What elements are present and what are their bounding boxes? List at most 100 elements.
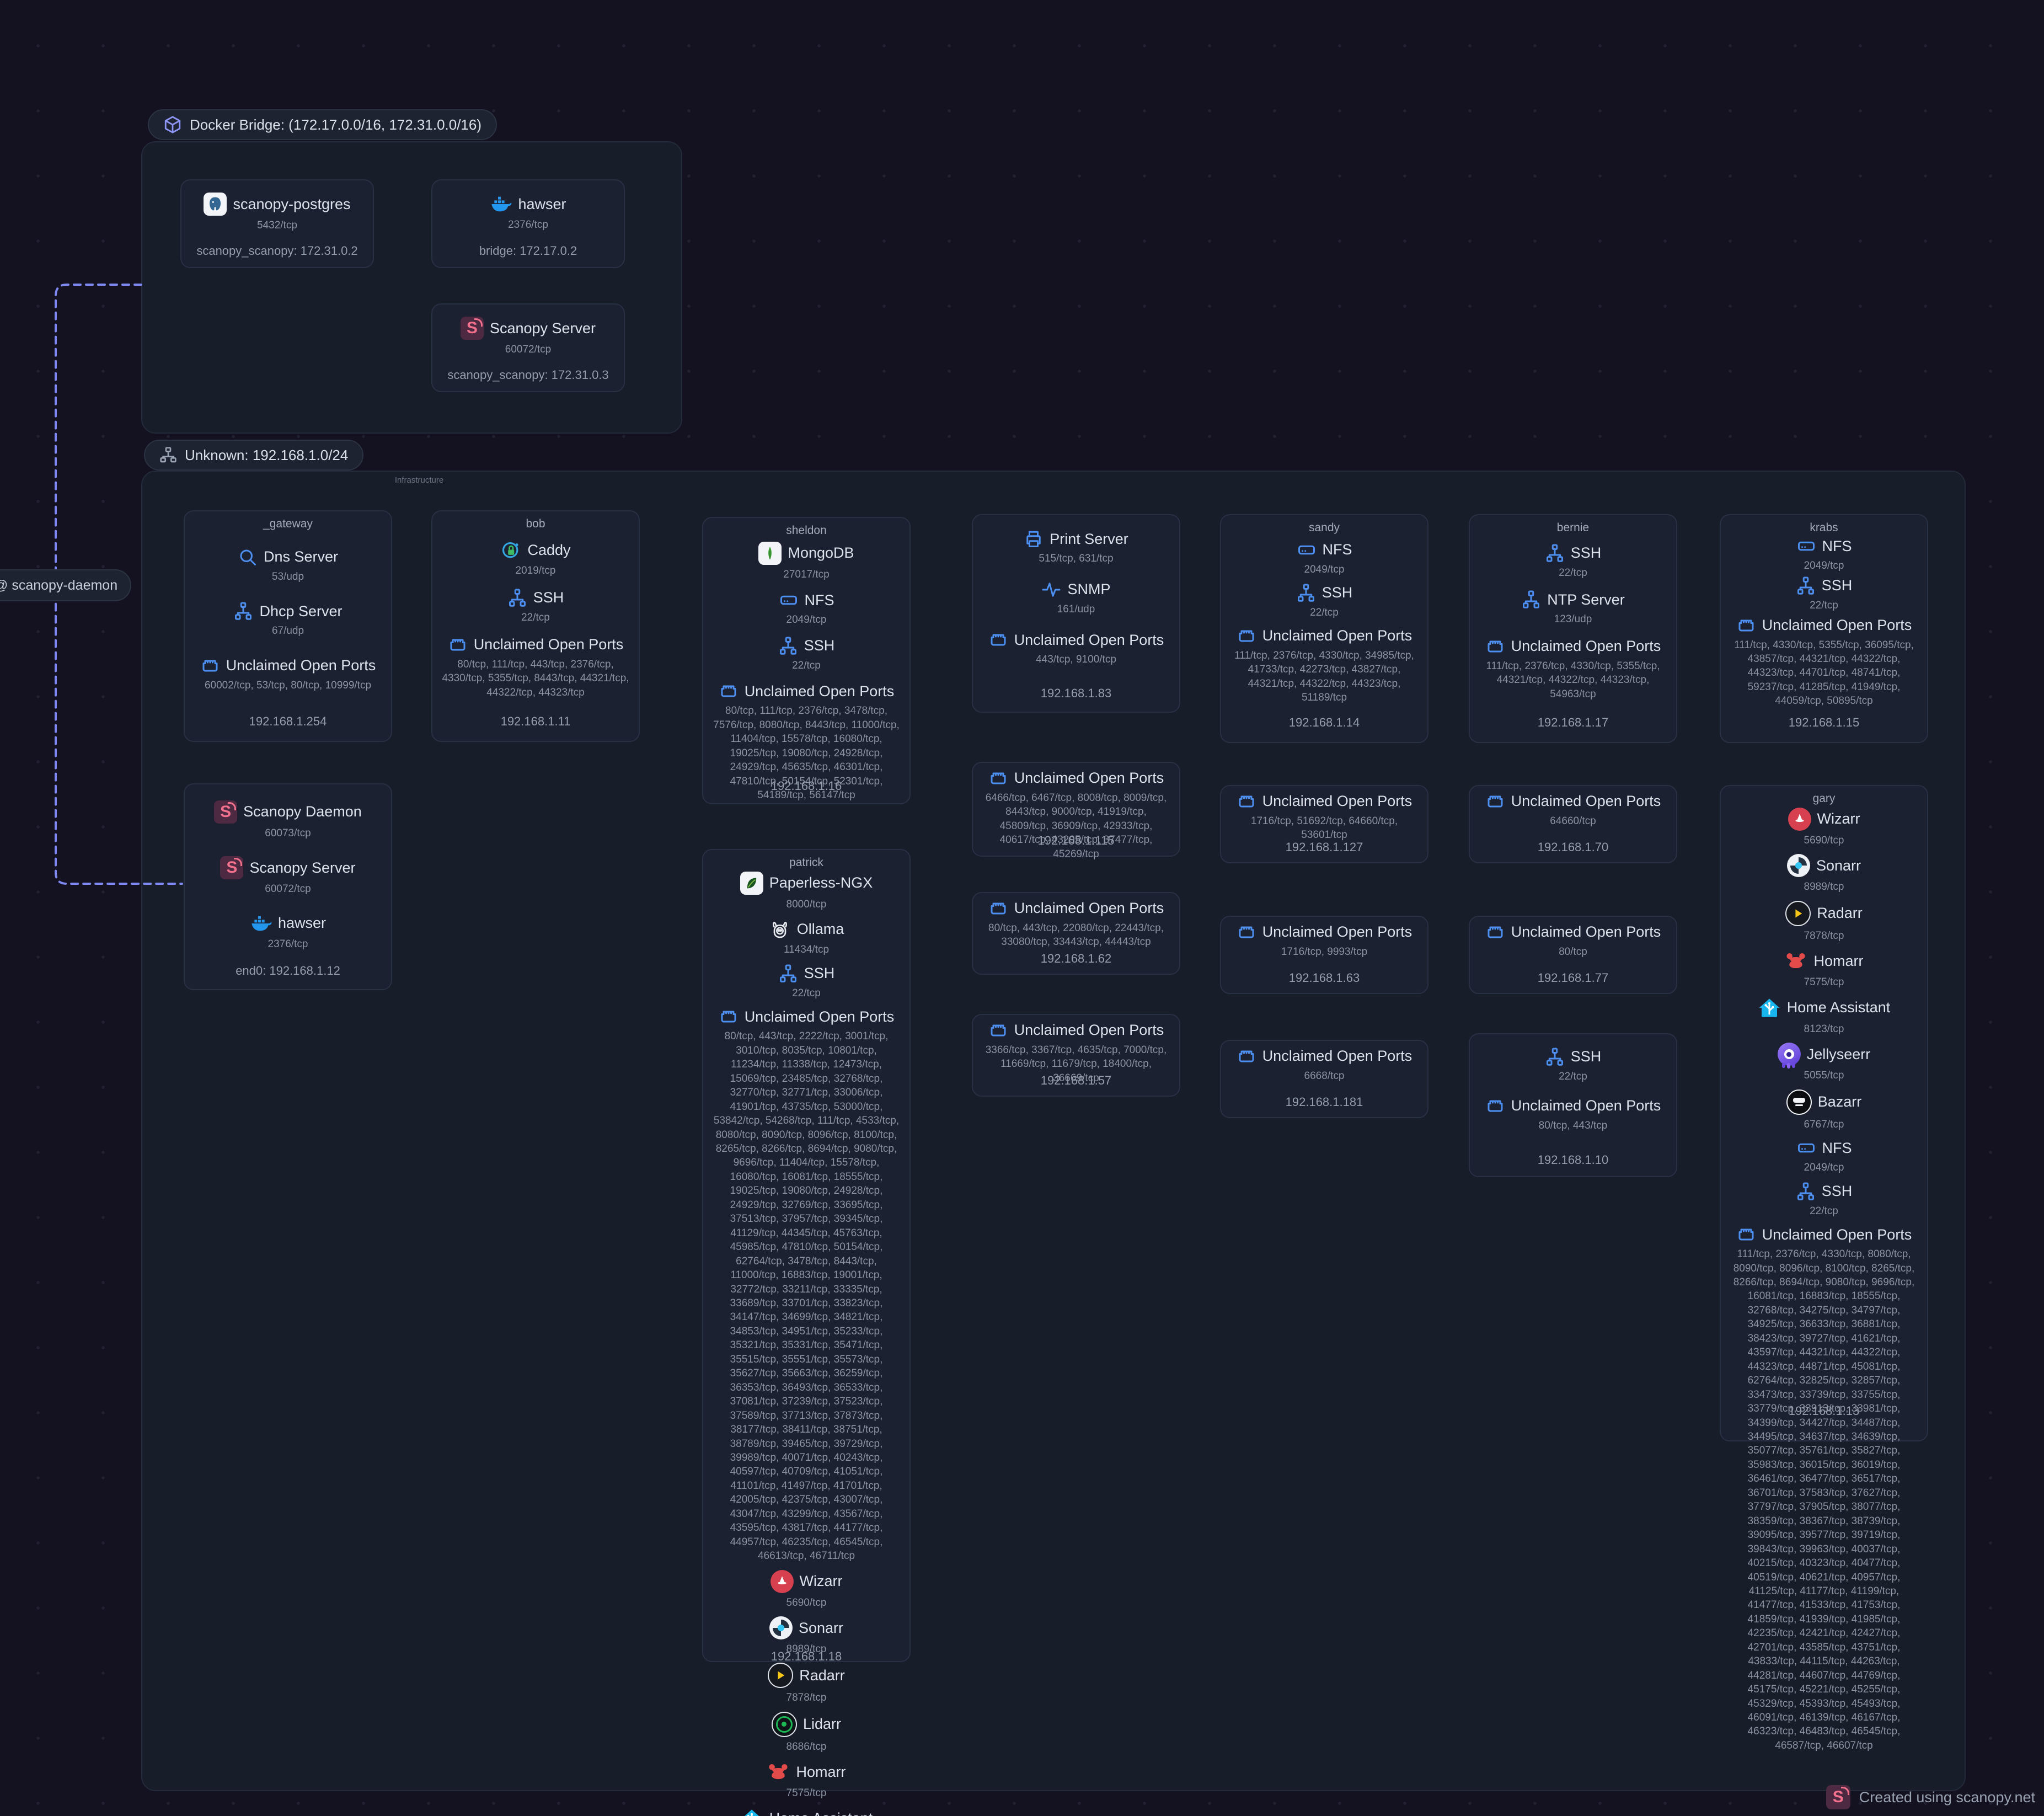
service-unclaimed-open-ports: Unclaimed Open Ports 1716/tcp, 9993/tcp [1237, 922, 1412, 959]
host-card-bernie[interactable]: bernie SSH 22/tcp NTP Server 123/udp Unc… [1469, 514, 1677, 743]
ethernet-icon [1736, 616, 1756, 635]
service-name: Unclaimed Open Ports [1762, 1226, 1912, 1243]
service-dns-server: Dns Server 53/udp [238, 547, 338, 584]
service-list: Print Server 515/tcp, 631/tcp SNMP 161/u… [973, 515, 1179, 712]
service-ssh: SSH 22/tcp [778, 964, 835, 1000]
network-pill-docker-bridge[interactable]: Docker Bridge: (172.17.0.0/16, 172.31.0.… [148, 109, 497, 140]
service-name: Unclaimed Open Ports [1262, 923, 1412, 941]
service-ports: 80/tcp, 443/tcp, 2222/tcp, 3001/tcp, 301… [710, 1029, 902, 1563]
service-list: Wizarr 5690/tcp Sonarr 8989/tcp Radarr 7… [1721, 804, 1927, 1753]
host-card-print-server[interactable]: Print Server 515/tcp, 631/tcp SNMP 161/u… [972, 514, 1180, 713]
host-card-sheldon[interactable]: sheldon MongoDB 27017/tcp NFS 2049/tcp S… [702, 517, 911, 804]
host-title: sandy [1309, 522, 1340, 533]
host-card-192-168-1-115[interactable]: Unclaimed Open Ports 6466/tcp, 6467/tcp,… [972, 762, 1180, 857]
service-ssh: SSH 22/tcp [1545, 1047, 1602, 1083]
ethernet-icon [1485, 1096, 1505, 1116]
host-card-patrick[interactable]: patrick Paperless-NGX 8000/tcp Ollama 11… [702, 849, 911, 1662]
service-list: Unclaimed Open Ports 80/tcp [1470, 917, 1676, 959]
service-name: Scanopy Daemon [243, 803, 362, 820]
service-name: hawser [518, 196, 566, 213]
service-ollama: Ollama 11434/tcp [769, 918, 844, 957]
host-card-gary[interactable]: gary Wizarr 5690/tcp Sonarr 8989/tcp Rad… [1720, 785, 1928, 1441]
host-card-192-168-1-10[interactable]: SSH 22/tcp Unclaimed Open Ports 80/tcp, … [1469, 1033, 1677, 1177]
service-ports: 6668/tcp [1304, 1069, 1345, 1083]
service-name: Unclaimed Open Ports [1014, 1022, 1164, 1039]
host-card-192-168-1-77[interactable]: Unclaimed Open Ports 80/tcp 192.168.1.77 [1469, 916, 1677, 994]
host-ip: 192.168.1.13 [1721, 1404, 1927, 1418]
service-ports: 7878/tcp [786, 1691, 827, 1705]
service-unclaimed-open-ports: Unclaimed Open Ports 80/tcp, 443/tcp, 22… [980, 899, 1172, 949]
container-card-scanopy-server[interactable]: S Scanopy Server 60072/tcp scanopy_scano… [431, 303, 625, 392]
host-card-krabs[interactable]: krabs NFS 2049/tcp SSH 22/tcp Unclaimed … [1720, 514, 1928, 743]
service-ports: 7878/tcp [1804, 929, 1844, 943]
ethernet-icon [448, 635, 468, 655]
service-ports: 67/udp [272, 624, 304, 638]
service-name: NFS [805, 592, 834, 609]
host-card-bob[interactable]: bob Caddy 2019/tcp SSH 22/tcp Unclaimed … [431, 510, 640, 742]
service-list: Unclaimed Open Ports 64660/tcp [1470, 786, 1676, 828]
service-ports: 22/tcp [521, 611, 550, 624]
network-label: Unknown: 192.168.1.0/24 [185, 447, 348, 464]
ethernet-icon [1237, 922, 1256, 942]
service-name: SSH [1822, 577, 1853, 594]
service-name: Unclaimed Open Ports [1762, 617, 1912, 634]
network-map-canvas[interactable]: Docker @ scanopy-daemon Docker Bridge: (… [0, 0, 2044, 1816]
service-unclaimed-open-ports: Unclaimed Open Ports 64660/tcp [1485, 792, 1661, 828]
host-ip: 192.168.1.15 [1721, 715, 1927, 730]
container-card-hawser[interactable]: hawser 2376/tcp bridge: 172.17.0.2 [431, 179, 625, 268]
service-print-server: Print Server 515/tcp, 631/tcp [1024, 529, 1128, 565]
service-nfs: NFS 2049/tcp [1796, 536, 1852, 573]
service-name: NFS [1822, 1140, 1852, 1157]
host-ip: 192.168.1.77 [1470, 971, 1676, 985]
footer-text: Created using scanopy.net [1859, 1789, 2035, 1806]
host-ip: scanopy_scanopy: 172.31.0.3 [432, 368, 624, 382]
ethernet-icon [988, 899, 1008, 918]
service-unclaimed-open-ports: Unclaimed Open Ports 111/tcp, 2376/tcp, … [1728, 1225, 1920, 1753]
service-name: Sonarr [1816, 857, 1861, 874]
host-ip: end0: 192.168.1.12 [185, 964, 391, 978]
ethernet-icon [1485, 637, 1505, 656]
scanopy-icon: S [220, 856, 243, 879]
service-scanopy-daemon: S Scanopy Daemon 60073/tcp [214, 800, 362, 840]
service-name: Dns Server [264, 548, 338, 565]
host-card-192-168-1-127[interactable]: Unclaimed Open Ports 1716/tcp, 51692/tcp… [1220, 785, 1428, 863]
service-ports: 6767/tcp [1804, 1118, 1844, 1131]
host-card-192-168-1-70[interactable]: Unclaimed Open Ports 64660/tcp 192.168.1… [1469, 785, 1677, 863]
host-card-scanopy-daemon[interactable]: S Scanopy Daemon 60073/tcp S Scanopy Ser… [184, 783, 392, 990]
network-pill-unknown[interactable]: Unknown: 192.168.1.0/24 [144, 440, 363, 471]
wave-icon [1041, 580, 1061, 600]
service-ports: 64660/tcp [1550, 814, 1596, 828]
service-homarr: Homarr 7575/tcp [1784, 949, 1863, 989]
host-card-192-168-1-181[interactable]: Unclaimed Open Ports 6668/tcp 192.168.1.… [1220, 1040, 1428, 1118]
service-name: Unclaimed Open Ports [745, 683, 895, 700]
sitemap-icon [778, 636, 798, 656]
container-card-scanopy-postgres[interactable]: scanopy-postgres 5432/tcp scanopy_scanop… [180, 179, 374, 268]
printer-icon [1024, 529, 1044, 549]
host-card-sandy[interactable]: sandy NFS 2049/tcp SSH 22/tcp Unclaimed … [1220, 514, 1428, 743]
service-name: scanopy-postgres [233, 196, 350, 213]
service-ports: 53/udp [272, 570, 304, 584]
service-wizarr: Wizarr 5690/tcp [1788, 808, 1860, 847]
host-card-gateway[interactable]: _gateway Dns Server 53/udp Dhcp Server 6… [184, 510, 392, 742]
service-scanopy-postgres: scanopy-postgres 5432/tcp [204, 193, 350, 232]
service-name: Radarr [1817, 905, 1863, 922]
footer-credit[interactable]: S Created using scanopy.net [1826, 1785, 2035, 1809]
sonarr-icon [1787, 854, 1810, 877]
service-name: NTP Server [1547, 591, 1625, 608]
service-ports: 60072/tcp [505, 343, 551, 356]
ethernet-icon [1237, 1046, 1256, 1066]
host-card-192-168-1-62[interactable]: Unclaimed Open Ports 80/tcp, 443/tcp, 22… [972, 892, 1180, 975]
service-ports: 111/tcp, 2376/tcp, 4330/tcp, 8080/tcp, 8… [1728, 1247, 1920, 1753]
service-ports: 11434/tcp [784, 943, 829, 957]
service-nfs: NFS 2049/tcp [779, 590, 834, 627]
service-name: Wizarr [800, 1573, 843, 1590]
host-card-192-168-1-63[interactable]: Unclaimed Open Ports 1716/tcp, 9993/tcp … [1220, 916, 1428, 994]
host-ip: 192.168.1.11 [432, 714, 639, 729]
host-title: gary [1813, 793, 1836, 804]
host-card-192-168-1-57[interactable]: Unclaimed Open Ports 3366/tcp, 3367/tcp,… [972, 1014, 1180, 1097]
service-snmp: SNMP 161/udp [1041, 580, 1110, 616]
service-ports: 60073/tcp [265, 826, 311, 840]
service-ports: 8123/tcp [1804, 1022, 1844, 1036]
homeassistant-icon [740, 1807, 763, 1816]
service-name: Unclaimed Open Ports [1262, 1048, 1412, 1065]
